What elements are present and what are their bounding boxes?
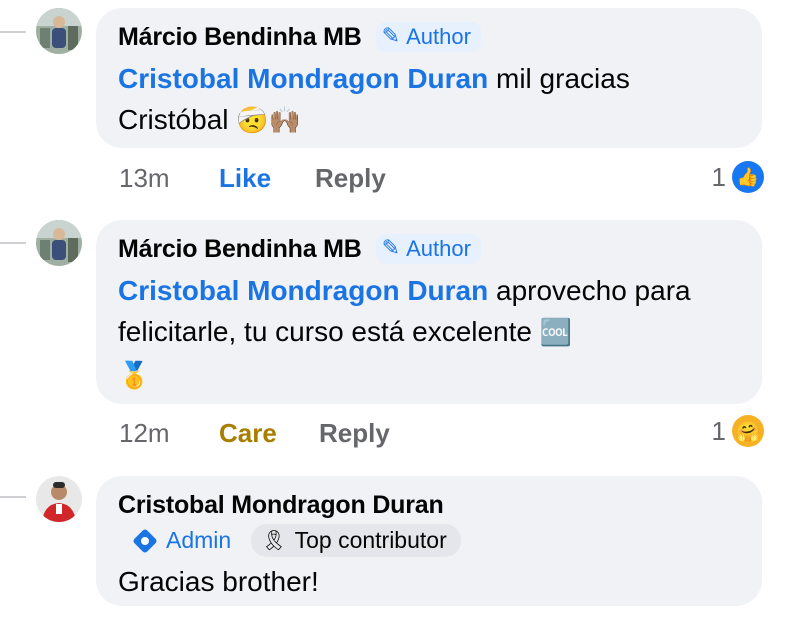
top-contributor-label: Top contributor bbox=[294, 527, 447, 553]
top-contributor-badge[interactable]: 🎗 Top contributor bbox=[251, 524, 461, 557]
comment-actions: 12m Care Reply bbox=[119, 418, 390, 449]
author-badge: ✎ Author bbox=[375, 234, 481, 264]
timestamp[interactable]: 12m bbox=[119, 418, 219, 449]
comment-bubble: Cristobal Mondragon Duran Admin 🎗 Top co… bbox=[96, 476, 762, 606]
comment-actions: 13m Like Reply bbox=[119, 163, 386, 194]
avatar[interactable] bbox=[36, 476, 82, 522]
comment-author[interactable]: Márcio Bendinha MB bbox=[118, 235, 362, 264]
pencil-icon: ✎ bbox=[381, 23, 401, 48]
thread-line bbox=[0, 496, 26, 498]
mention-link[interactable]: Cristobal Mondragon Duran bbox=[118, 275, 488, 306]
reaction-summary[interactable]: 1 🤗 bbox=[712, 415, 764, 447]
admin-badge-label: Admin bbox=[166, 527, 232, 553]
reply-button[interactable]: Reply bbox=[319, 418, 390, 449]
comment-author[interactable]: Márcio Bendinha MB bbox=[118, 23, 362, 52]
comment-text: Cristobal Mondragon Duran aprovecho para… bbox=[118, 270, 740, 397]
comment-bubble: Márcio Bendinha MB ✎ Author Cristobal Mo… bbox=[96, 220, 762, 404]
comment-bubble: Márcio Bendinha MB ✎ Author Cristobal Mo… bbox=[96, 8, 762, 148]
shield-diamond-icon bbox=[132, 527, 158, 554]
comment-text: Gracias brother! bbox=[118, 566, 319, 597]
care-button[interactable]: Care bbox=[219, 418, 319, 449]
avatar[interactable] bbox=[36, 8, 82, 54]
author-badge-label: Author bbox=[406, 24, 471, 49]
timestamp[interactable]: 13m bbox=[119, 163, 219, 194]
mention-link[interactable]: Cristobal Mondragon Duran bbox=[118, 63, 488, 94]
thread-line bbox=[0, 242, 26, 244]
reaction-count: 1 bbox=[711, 415, 726, 446]
emoji: 🥇 bbox=[118, 361, 151, 391]
like-button[interactable]: Like bbox=[219, 163, 315, 194]
pencil-icon: ✎ bbox=[381, 235, 401, 260]
care-hug-icon: 🤗 bbox=[732, 415, 764, 447]
admin-badge: Admin bbox=[118, 525, 241, 556]
emoji: 🆒 bbox=[539, 318, 573, 348]
reaction-summary[interactable]: 1 👍 bbox=[712, 161, 764, 193]
comment-text: Cristobal Mondragon Duran mil gracias Cr… bbox=[118, 58, 740, 142]
reaction-count: 1 bbox=[711, 161, 726, 192]
reply-button[interactable]: Reply bbox=[315, 163, 386, 194]
thumbs-up-icon: 👍 bbox=[732, 161, 764, 193]
author-badge-label: Author bbox=[406, 236, 471, 261]
avatar[interactable] bbox=[36, 220, 82, 266]
emoji: 🤕🙌🏽 bbox=[236, 106, 302, 136]
thread-line bbox=[0, 31, 26, 33]
badge-row: Admin 🎗 Top contributor bbox=[118, 524, 740, 557]
author-badge: ✎ Author bbox=[375, 22, 481, 52]
comment-author[interactable]: Cristobal Mondragon Duran bbox=[118, 491, 444, 520]
ribbon-icon: 🎗 bbox=[261, 530, 287, 552]
